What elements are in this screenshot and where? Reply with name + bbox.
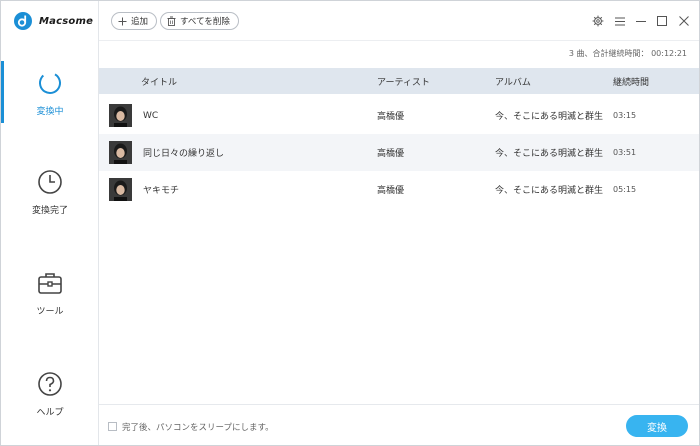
sleep-after-checkbox[interactable] xyxy=(108,422,117,431)
track-duration: 03:15 xyxy=(613,111,637,120)
spinner-icon xyxy=(39,72,61,94)
maximize-button[interactable] xyxy=(655,14,669,28)
track-album: 今、そこにある明滅と群生 xyxy=(495,112,604,122)
album-art-thumbnail xyxy=(109,141,132,164)
add-button[interactable]: 追加 xyxy=(111,12,158,30)
column-header-album[interactable]: アルバム xyxy=(495,75,531,88)
sidebar-item-converting[interactable]: 変換中 xyxy=(1,61,99,131)
app-name: Macsome xyxy=(39,15,94,27)
sidebar-item-help[interactable]: ヘルプ xyxy=(1,370,99,432)
plus-icon xyxy=(118,17,127,25)
track-artist: 高橋優 xyxy=(377,186,405,196)
sidebar-item-label: ツール xyxy=(36,307,64,317)
close-icon xyxy=(679,16,689,26)
close-button[interactable] xyxy=(677,14,691,28)
column-header-artist[interactable]: アーティスト xyxy=(377,75,430,88)
sidebar-item-converted[interactable]: 変換完了 xyxy=(1,168,99,230)
app-window: Macsome 変換中 変換完了 ツール ヘルプ 追加 すべてを削除 3 曲、合… xyxy=(0,0,700,446)
sidebar-item-label: 変換完了 xyxy=(31,206,68,216)
album-art-thumbnail xyxy=(109,178,132,201)
track-artist: 高橋優 xyxy=(377,112,405,122)
sleep-after-label: 完了後、パソコンをスリープにします。 xyxy=(122,423,274,433)
convert-button[interactable]: 変換 xyxy=(626,415,688,437)
track-album: 今、そこにある明滅と群生 xyxy=(495,149,604,159)
track-title: WC xyxy=(143,110,159,121)
add-button-label: 追加 xyxy=(131,17,149,27)
menu-icon xyxy=(615,17,625,25)
help-icon xyxy=(38,372,62,396)
track-album: 今、そこにある明滅と群生 xyxy=(495,186,604,196)
column-header-duration[interactable]: 継続時間 xyxy=(613,75,649,88)
total-duration-summary: 3 曲、合計継続時間： 00:12:21 xyxy=(568,49,687,58)
maximize-icon xyxy=(657,16,667,26)
column-header-title[interactable]: タイトル xyxy=(141,75,177,88)
table-row[interactable]: 同じ日々の繰り返し 高橋優 今、そこにある明滅と群生 03:51 xyxy=(99,134,699,171)
toolbox-icon xyxy=(38,273,62,294)
sidebar: Macsome 変換中 変換完了 ツール ヘルプ xyxy=(1,1,99,445)
toolbar: 追加 すべてを削除 xyxy=(99,1,699,41)
minimize-button[interactable] xyxy=(634,14,648,28)
clock-icon xyxy=(38,170,62,194)
track-title: ヤキモチ xyxy=(143,186,180,196)
brand: Macsome xyxy=(1,1,99,41)
gear-icon xyxy=(592,15,604,27)
footer-bar: 完了後、パソコンをスリープにします。 変換 xyxy=(99,404,699,445)
sidebar-item-label: ヘルプ xyxy=(36,408,64,418)
sidebar-item-label: 変換中 xyxy=(36,107,64,117)
album-art-thumbnail xyxy=(109,104,132,127)
remove-all-button[interactable]: すべてを削除 xyxy=(160,12,239,30)
trash-icon xyxy=(167,16,176,26)
settings-button[interactable] xyxy=(591,14,605,28)
minimize-icon xyxy=(636,21,646,22)
track-duration: 03:51 xyxy=(613,148,637,157)
track-duration: 05:15 xyxy=(613,185,637,194)
sidebar-item-tools[interactable]: ツール xyxy=(1,269,99,331)
track-artist: 高橋優 xyxy=(377,149,405,159)
table-row[interactable]: WC 高橋優 今、そこにある明滅と群生 03:15 xyxy=(99,97,699,134)
table-row[interactable]: ヤキモチ 高橋優 今、そこにある明滅と群生 05:15 xyxy=(99,171,699,208)
table-header: タイトル アーティスト アルバム 継続時間 xyxy=(99,68,699,94)
remove-all-button-label: すべてを削除 xyxy=(180,17,230,27)
app-logo-icon xyxy=(14,12,32,30)
menu-button[interactable] xyxy=(613,14,627,28)
track-title: 同じ日々の繰り返し xyxy=(143,149,225,159)
